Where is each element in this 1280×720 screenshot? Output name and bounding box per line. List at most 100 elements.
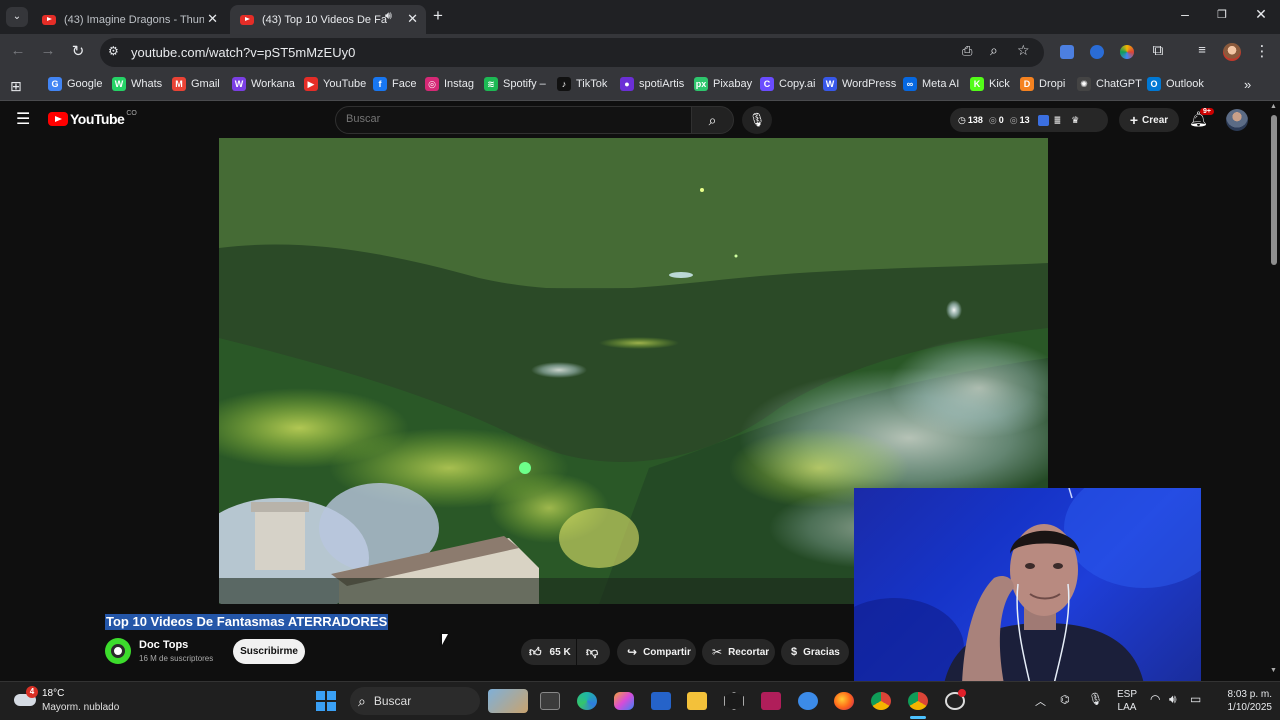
media-controls-icon[interactable]: ≡ [1192,42,1212,57]
channel-avatar[interactable] [105,638,131,664]
bookmark-star-icon[interactable]: ☆ [1017,42,1030,59]
task-view-icon[interactable] [540,692,560,710]
notifications-button[interactable]: 🔔︎ 9+ [1189,108,1214,128]
notification-badge: 9+ [1200,108,1214,115]
search-input[interactable] [346,113,676,125]
language-indicator[interactable]: ESP LAA [1117,688,1137,714]
like-button[interactable]: 👍︎ 65 K [521,639,576,665]
clip-button[interactable]: ✂ Recortar [702,639,775,665]
menu-hamburger-icon[interactable]: ☰ [16,109,30,129]
bookmark-item[interactable]: K Kick [970,77,1010,91]
maximize-window-icon[interactable]: ❐ [1212,8,1232,21]
extension-tag-icon[interactable] [1060,45,1074,59]
tab-search-button[interactable]: ⌄ [6,7,28,27]
tab-top-10-videos[interactable]: (43) Top 10 Videos De Fantasmas 🔊︎ ✕ [230,5,426,34]
bookmark-item[interactable]: W WordPress [823,77,896,91]
bookmark-item[interactable]: ✺ ChatGPT [1077,77,1142,91]
page-scrollbar[interactable]: ▲ ▼ [1268,101,1280,681]
active-app-indicator [910,716,926,719]
windows-start-icon[interactable] [316,691,336,711]
microsoft-store-icon[interactable] [651,692,671,710]
apps-grid-icon[interactable]: ⊞ [10,78,22,95]
extension-colorful-icon[interactable] [1120,45,1134,59]
tray-app-icon[interactable]: ⌬ [1060,693,1070,706]
install-app-icon[interactable]: ⎙ [962,43,972,59]
edge-browser-icon[interactable] [577,692,597,710]
show-hidden-icons[interactable]: ︿ [1035,693,1046,709]
new-tab-button[interactable]: + [433,6,443,26]
bookmark-item[interactable]: ◎ Instag [425,77,474,91]
file-explorer-icon[interactable] [687,692,707,710]
back-arrow-icon[interactable]: ← [8,42,28,59]
close-window-icon[interactable]: ✕ [1251,6,1271,23]
thanks-button[interactable]: $ Gracias [781,639,849,665]
clock[interactable]: 8:03 p. m. 1/10/2025 [1210,688,1273,714]
reload-icon[interactable]: ↻ [68,42,88,60]
bookmark-item[interactable]: M Gmail [172,77,220,91]
volume-icon[interactable]: 🔊︎ [1169,692,1177,707]
bookmark-item[interactable]: ♪ TikTok [557,77,607,91]
app-hexagon-icon[interactable] [724,692,744,710]
close-tab-icon[interactable]: ✕ [207,11,218,27]
chrome-active-icon[interactable] [908,692,928,710]
more-bookmarks-icon[interactable]: » [1244,77,1251,92]
bookmark-item[interactable]: G Google [48,77,102,91]
address-bar[interactable]: ⚙︎ youtube.com/watch?v=pST5mMzEUy0 ⎙ ⌕ ☆ [100,38,1044,67]
bookmark-item[interactable]: W Whats [112,77,162,91]
zoom-icon[interactable]: ⌕ [990,42,998,59]
extension-badge-icon[interactable] [1037,114,1049,126]
account-avatar[interactable] [1226,109,1248,131]
bookmark-item[interactable]: ● spotiArtis [620,77,684,91]
bookmark-item[interactable]: C Copy.ai [760,77,815,91]
subscribe-button[interactable]: Suscribirme [233,639,305,664]
snipping-tool-icon[interactable] [798,692,818,710]
forward-arrow-icon[interactable]: → [38,42,58,59]
search-highlight-image [488,689,528,713]
scroll-down-arrow-icon[interactable]: ▼ [1270,667,1277,674]
video-title: Top 10 Videos De Fantasmas ATERRADORES [105,614,389,630]
extension-blue-icon[interactable] [1090,45,1104,59]
trophy-icon[interactable]: ♛ [1071,115,1079,126]
bookmark-item[interactable]: ≋ Spotify – [484,77,546,91]
weather-widget[interactable]: 4 18°C Mayorm. nublado [12,686,132,716]
bookmark-item[interactable]: O Outlook [1147,77,1204,91]
bookmark-item[interactable]: D Dropi [1020,77,1065,91]
bookmark-item[interactable]: px Pixabay [694,77,752,91]
tab-imagine-dragons[interactable]: (43) Imagine Dragons - Thunder ✕ [32,5,226,34]
bookmark-item[interactable]: W Workana [232,77,295,91]
bookmark-item[interactable]: f Face [373,77,416,91]
copilot-icon[interactable] [614,692,634,710]
chrome-icon[interactable] [871,692,891,710]
minimize-window-icon[interactable]: – [1175,6,1195,22]
battery-icon[interactable]: ▭ [1190,692,1201,706]
url-text[interactable]: youtube.com/watch?v=pST5mMzEUy0 [131,45,355,60]
bookmark-item[interactable]: ▶ YouTube [304,77,366,91]
share-button[interactable]: ↪ Compartir [617,639,696,665]
microphone-tray-icon[interactable]: 🎙︎ [1088,692,1103,706]
scrollbar-thumb[interactable] [1271,115,1277,265]
search-box[interactable] [335,106,692,134]
bookmark-favicon-icon: O [1147,77,1161,91]
channel-name[interactable]: Doc Tops [139,639,188,651]
speaker-audio-icon[interactable]: 🔊︎ [385,10,392,23]
firefox-icon[interactable] [834,692,854,710]
dislike-button[interactable]: 👎︎ [577,639,610,665]
clock-icon: ◷ [958,114,966,125]
wifi-icon[interactable]: ◠ [1150,692,1160,706]
bookmark-item[interactable]: ∞ Meta AI [903,77,959,91]
chrome-menu-icon[interactable]: ⋮ [1252,42,1272,60]
extensions-puzzle-icon[interactable]: ⧉ [1148,42,1168,59]
bookmark-label: Workana [251,78,295,90]
create-button[interactable]: + Crear [1119,108,1179,132]
scroll-up-arrow-icon[interactable]: ▲ [1270,103,1277,110]
stat-c: 13 [1019,115,1030,125]
voice-search-button[interactable]: 🎙︎ [742,106,772,134]
profile-avatar[interactable] [1223,43,1241,61]
site-info-icon[interactable]: ⚙︎ [108,44,119,58]
close-tab-icon[interactable]: ✕ [407,11,418,27]
app-star-icon[interactable] [761,692,781,710]
search-button[interactable]: ⌕ [691,106,734,134]
taskbar-search[interactable]: ⌕ Buscar [350,687,480,715]
list-icon[interactable]: ≣ [1054,115,1062,126]
youtube-logo[interactable]: YouTube CO [48,110,137,127]
